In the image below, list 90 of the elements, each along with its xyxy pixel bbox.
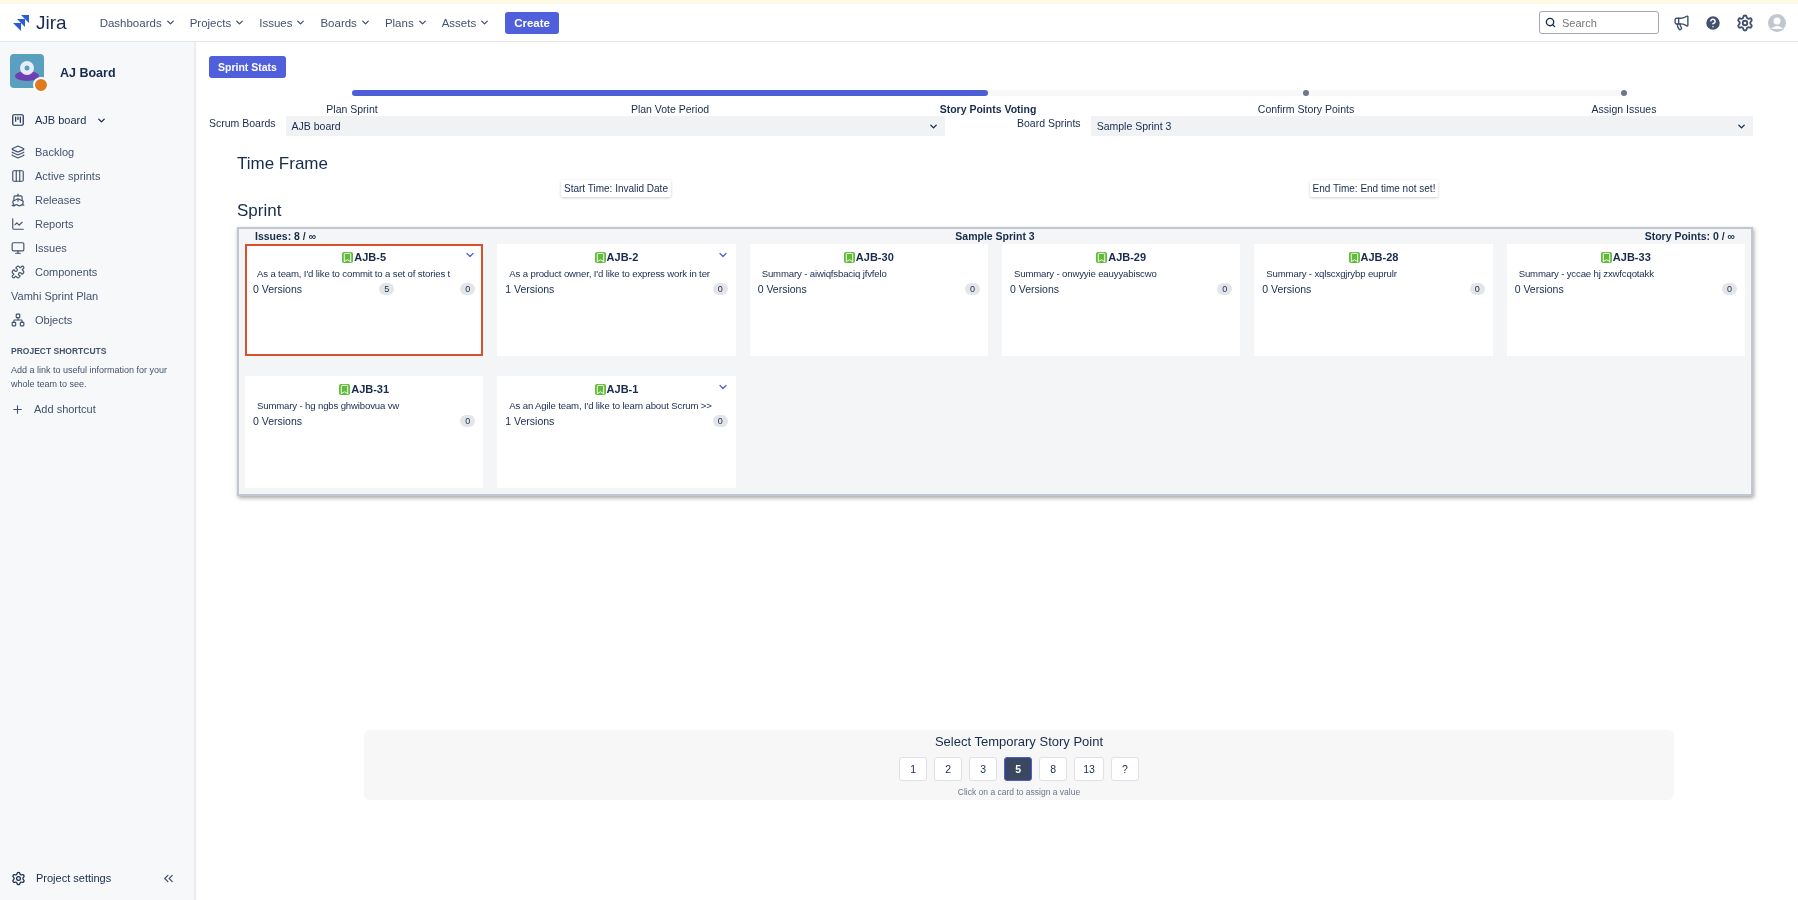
step-label[interactable]: Confirm Story Points	[1257, 103, 1355, 115]
step-label[interactable]: Plan Sprint	[326, 103, 378, 115]
issue-summary: As a product owner, I'd like to express work in ter	[509, 268, 711, 281]
issue-card[interactable]: AJB-5 As a team, I'd like to commit to a set of stories t 0 Versions 5 0	[245, 244, 484, 356]
logo-text[interactable]: Jira	[36, 11, 67, 34]
filter-label: Scrum Boards	[209, 117, 276, 129]
issue-card[interactable]: AJB-1 As an Agile team, I'd like to learn about Scrum >> 1 Versions 0	[497, 376, 736, 488]
issue-summary: As a team, I'd like to commit to a set of stories t	[257, 268, 452, 281]
issue-summary: As an Agile team, I'd like to learn about Scrum >>	[509, 400, 713, 413]
board-switcher[interactable]: AJB board	[0, 108, 194, 132]
create-button[interactable]: Create	[505, 11, 559, 34]
sidebar-item[interactable]: Backlog	[0, 140, 194, 164]
issue-key: AJB-29	[1108, 251, 1147, 263]
nav-menu[interactable]: Dashboards	[94, 12, 181, 33]
filter-select[interactable]: AJB board	[285, 116, 945, 136]
step-label[interactable]: Plan Vote Period	[630, 103, 710, 115]
panel-title: Select Temporary Story Point	[934, 734, 1104, 749]
sidebar-item[interactable]: Vamhi Sprint Plan	[0, 284, 194, 308]
issue-key: AJB-30	[855, 251, 894, 263]
issue-key: AJB-1	[606, 383, 639, 395]
versions-label: 1 Versions	[505, 415, 556, 428]
start-time-label: Start Time: Invalid Date	[561, 180, 671, 197]
versions-label: 0 Versions	[757, 283, 808, 296]
nav-menu[interactable]: Assets	[436, 12, 496, 33]
add-shortcut-link[interactable]: Add shortcut	[0, 397, 194, 421]
project-name: AJ Board	[60, 66, 116, 80]
story-points-count: Story Points: 0 / ∞	[1644, 230, 1735, 242]
issue-summary: Summary - aiwiqfsbaciq jfvfelo	[761, 268, 888, 281]
story-points-badge: 0	[1217, 283, 1233, 296]
filter-label: Board Sprints	[1017, 117, 1081, 129]
versions-label: 0 Versions	[1514, 283, 1565, 296]
story-points-badge: 0	[964, 283, 980, 296]
sidebar-item[interactable]: Releases	[0, 188, 194, 212]
panel-hint: Click on a card to assign a value	[957, 787, 1081, 797]
nav-menu[interactable]: Projects	[184, 12, 251, 33]
sidebar-item[interactable]: Objects	[0, 308, 194, 332]
search-field[interactable]: Search	[1539, 11, 1659, 34]
issue-card[interactable]: AJB-30 Summary - aiwiqfsbaciq jfvfelo 0 Versions 0	[749, 244, 988, 356]
sidebar-item[interactable]: Active sprints	[0, 164, 194, 188]
sidebar-item[interactable]: Issues	[0, 236, 194, 260]
story-points-badge: 0	[1469, 283, 1485, 296]
point-option[interactable]: 2	[934, 757, 963, 781]
sidebar-item[interactable]: Components	[0, 260, 194, 284]
issue-summary: Summary - yccae hj zxwfcqotakk	[1518, 268, 1655, 281]
step-label[interactable]: Story Points Voting	[939, 103, 1037, 115]
point-option[interactable]: 1	[899, 757, 928, 781]
issue-card[interactable]: AJB-31 Summary - hg ngbs ghwibovua vw 0 Versions 0	[245, 376, 484, 488]
versions-label: 1 Versions	[505, 283, 556, 296]
section-heading: Time Frame	[237, 154, 329, 174]
issue-summary: Summary - onwyyie eauyyabiscwo	[1014, 268, 1158, 281]
filter-select[interactable]: Sample Sprint 3	[1090, 116, 1753, 136]
issue-key: AJB-28	[1360, 251, 1399, 263]
issues-count: Issues: 8 / ∞	[255, 230, 318, 242]
versions-label: 0 Versions	[253, 283, 304, 296]
versions-label: 0 Versions	[253, 415, 304, 428]
section-heading: Sprint	[237, 201, 283, 221]
story-points-badge: 0	[460, 283, 476, 296]
step-label[interactable]: Assign Issues	[1591, 103, 1657, 115]
point-option[interactable]: 8	[1039, 757, 1068, 781]
issue-summary: Summary - hg ngbs ghwibovua vw	[257, 400, 401, 413]
issue-card[interactable]: AJB-2 As a product owner, I'd like to express work in ter 1 Versions 0	[497, 244, 736, 356]
issue-key: AJB-31	[351, 383, 390, 395]
story-points-badge: 0	[1721, 283, 1737, 296]
versions-label: 0 Versions	[1010, 283, 1060, 296]
story-points-badge: 0	[460, 415, 476, 428]
issue-card[interactable]: AJB-29 Summary - onwyyie eauyyabiscwo 0 Versions 0	[1002, 244, 1241, 356]
issue-card[interactable]: AJB-28 Summary - xqlscxgjrybp euprulr 0 Versions 0	[1254, 244, 1493, 356]
sprint-stats-button[interactable]: Sprint Stats	[209, 56, 286, 78]
nav-menu[interactable]: Issues	[254, 12, 312, 33]
shortcuts-heading: PROJECT SHORTCUTS	[10, 346, 108, 356]
issue-card[interactable]: AJB-33 Summary - yccae hj zxwfcqotakk 0 Versions 0	[1506, 244, 1745, 356]
end-time-label: End Time: End time not set!	[1309, 180, 1439, 197]
issue-summary: Summary - xqlscxgjrybp euprulr	[1266, 268, 1398, 281]
point-option[interactable]: ?	[1110, 757, 1139, 781]
sprint-name: Sample Sprint 3	[955, 230, 1035, 242]
point-option[interactable]: 3	[969, 757, 998, 781]
issue-key: AJB-5	[354, 251, 387, 263]
issue-key: AJB-2	[606, 251, 639, 263]
versions-label: 0 Versions	[1262, 283, 1313, 296]
nav-menu[interactable]: Boards	[315, 12, 376, 33]
point-option[interactable]: 5	[1004, 757, 1033, 781]
vote-badge: 5	[379, 283, 395, 296]
story-points-badge: 0	[712, 415, 728, 428]
project-settings-link[interactable]: Project settings	[11, 866, 112, 890]
issue-key: AJB-33	[1612, 251, 1651, 263]
sidebar-item[interactable]: Reports	[0, 212, 194, 236]
shortcuts-text: Add a link to useful information for your whole team to see.	[10, 364, 169, 391]
story-points-badge: 0	[712, 283, 728, 296]
point-option[interactable]: 13	[1074, 757, 1104, 781]
nav-menu[interactable]: Plans	[379, 12, 433, 33]
